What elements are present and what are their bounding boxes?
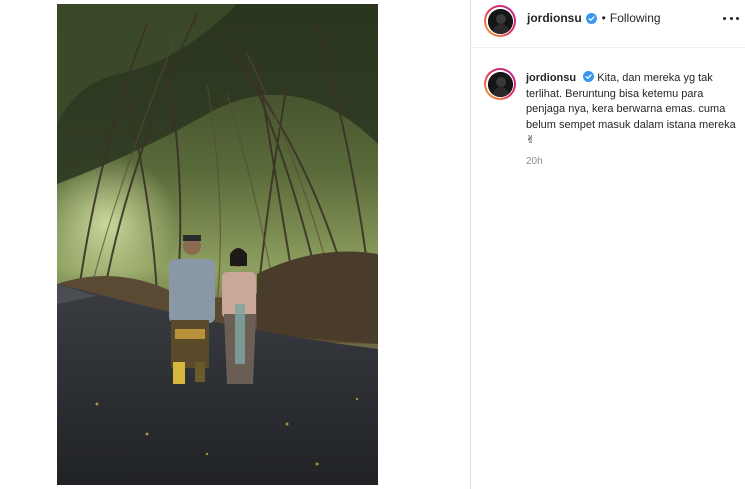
separator-dot: • (601, 11, 606, 25)
story-avatar[interactable] (484, 5, 516, 37)
avatar (487, 8, 513, 34)
post-photo-image (57, 4, 378, 485)
post-details-pane: jordionsu • Following jordionsu Kita, da… (471, 0, 745, 489)
post-media-pane (0, 0, 470, 489)
post-timestamp[interactable]: 20h (526, 156, 543, 167)
caption-username-link[interactable]: jordionsu (526, 72, 576, 84)
avatar (487, 71, 513, 97)
caption-avatar[interactable] (484, 68, 516, 100)
following-button[interactable]: Following (610, 11, 661, 25)
caption-body: jordionsu Kita, dan mereka yg tak terlih… (526, 71, 744, 149)
header-user-line: jordionsu • Following (527, 11, 661, 25)
verified-badge-icon (583, 71, 595, 82)
username-link[interactable]: jordionsu (527, 11, 582, 25)
post-photo[interactable] (57, 4, 378, 485)
verified-badge-icon (585, 12, 597, 24)
more-options-icon[interactable] (723, 12, 739, 24)
post-header: jordionsu • Following (471, 0, 745, 48)
victory-hand-emoji: ✌ (526, 134, 536, 146)
